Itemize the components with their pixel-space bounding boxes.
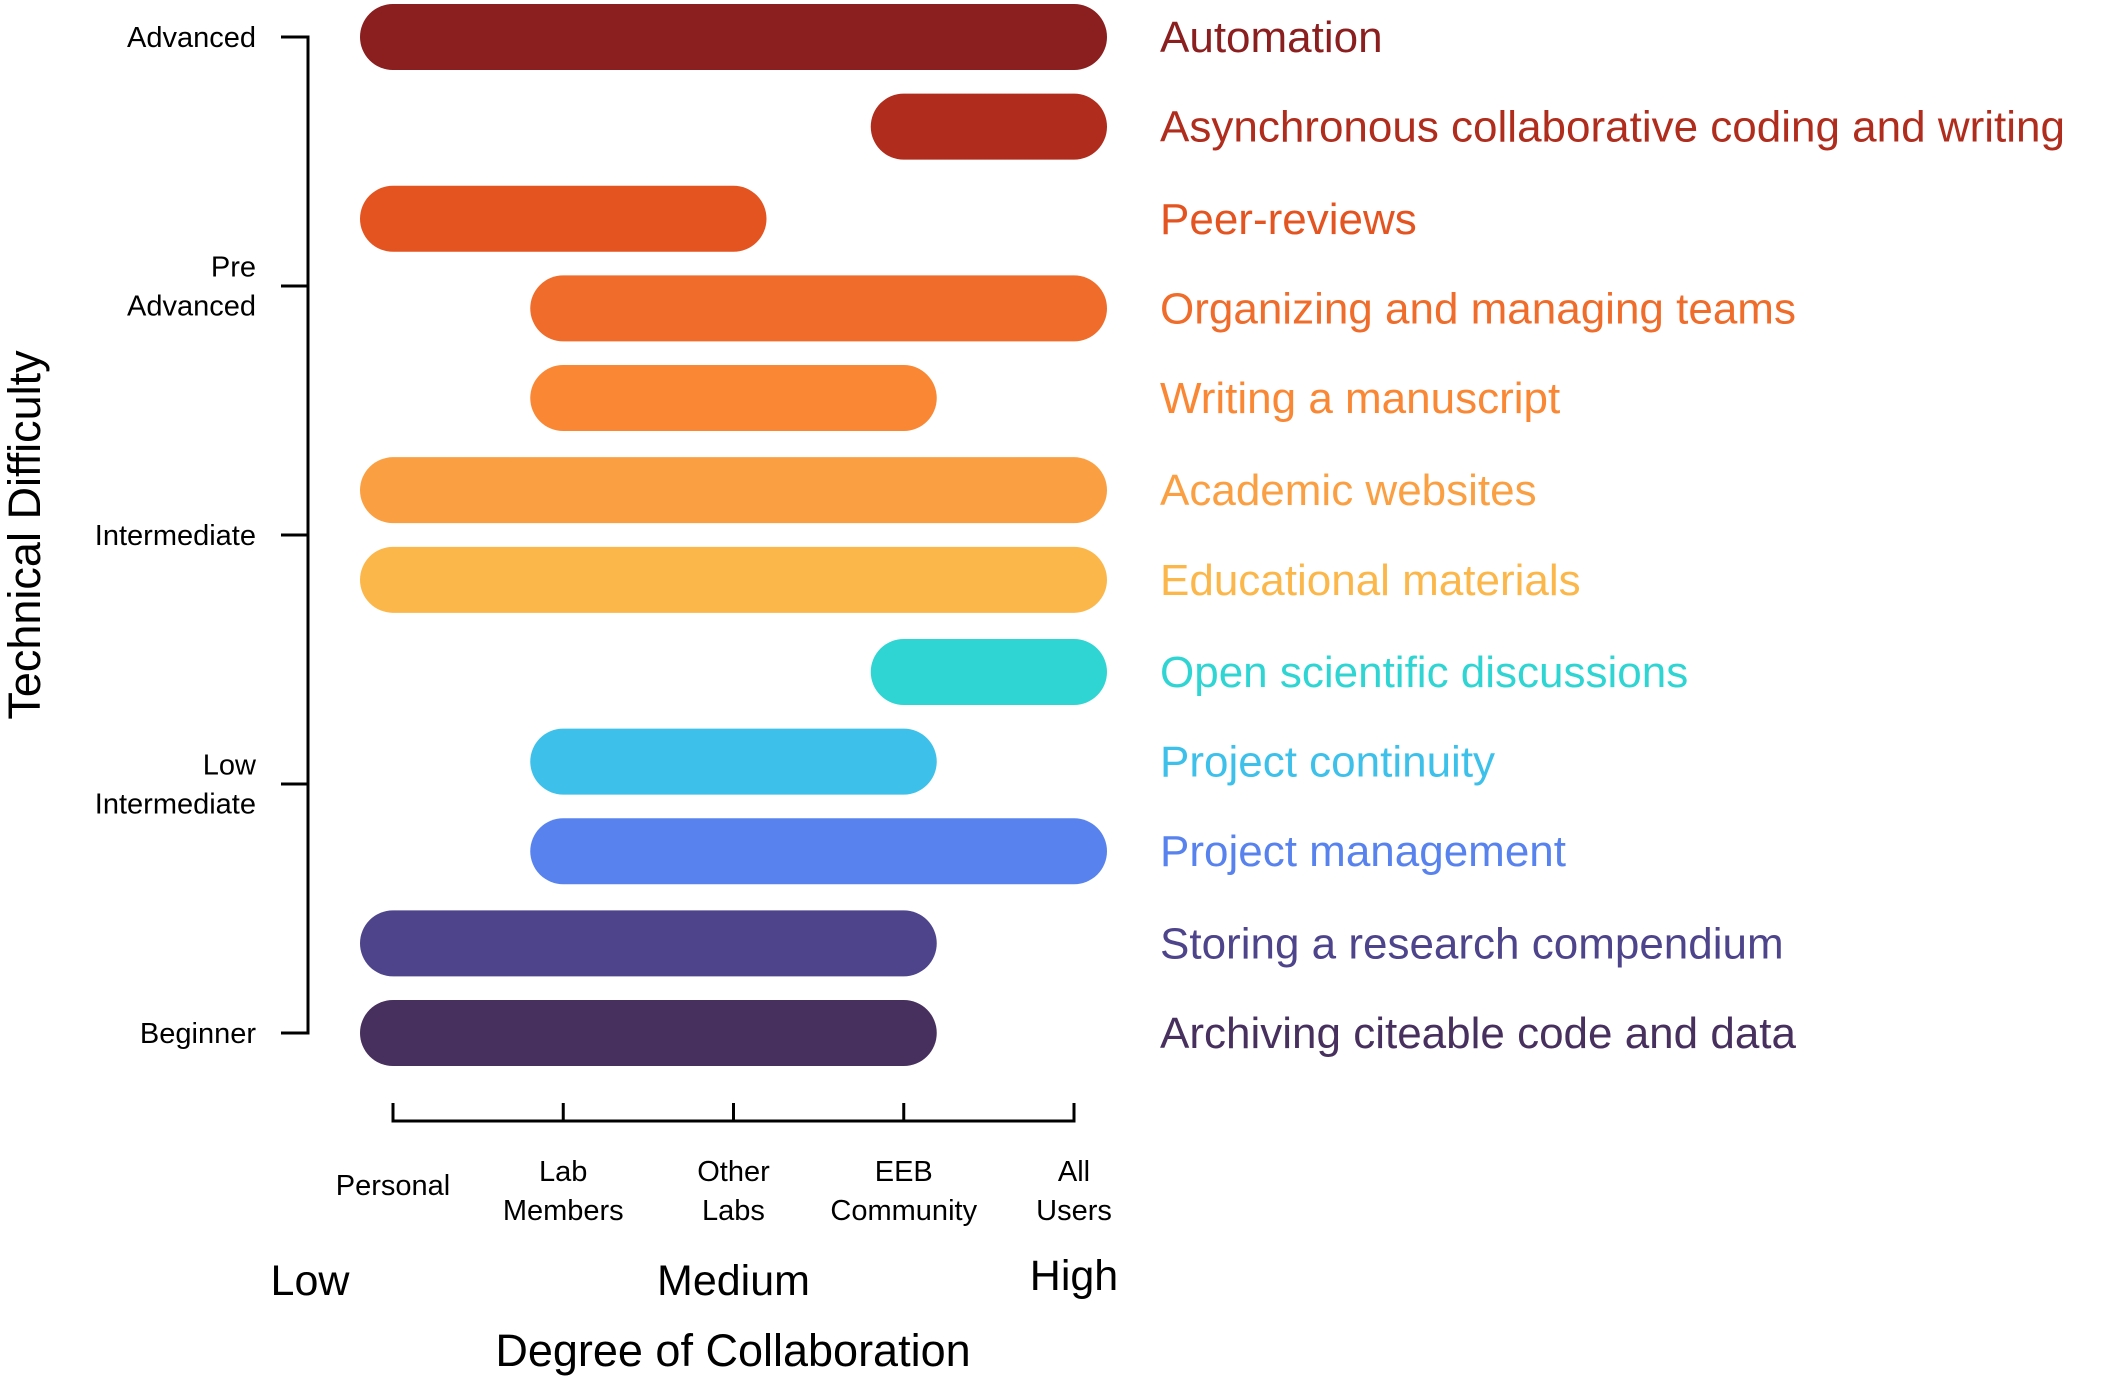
collaboration-difficulty-chart: Automation Asynchronous collaborative cod… [0, 4, 2065, 1376]
y-tick-label-pre-advanced: Advanced [127, 291, 256, 323]
bar-label-storing-a-research-compendium: Storing a research compendium [1160, 919, 1784, 968]
x-tick-label-all-users: All [1058, 1156, 1090, 1188]
bar-open-scientific-discussions [870, 638, 1107, 705]
y-tick-label-intermediate: Intermediate [95, 520, 256, 552]
x-tick-label-all-users: Users [1036, 1195, 1112, 1227]
bar-label-project-continuity: Project continuity [1160, 738, 1495, 787]
y-axis-title: Technical Difficulty [0, 350, 50, 720]
bar-writing-a-manuscript [530, 365, 937, 432]
y-axis: Advanced Pre Advanced Intermediate Low Interm… [95, 22, 310, 1050]
x-level-label-low: Low [271, 1257, 351, 1305]
x-tick-label-eeb-community: EEB [875, 1156, 933, 1188]
bar-label-academic-websites: Academic websites [1160, 466, 1537, 515]
bar-labels: Automation Asynchronous collaborative cod… [1160, 13, 2065, 1058]
bar-label-organizing-and-managing-teams: Organizing and managing teams [1160, 284, 1796, 333]
y-tick-label-low-intermediate: Intermediate [95, 789, 256, 821]
bar-project-continuity [530, 728, 937, 795]
bar-peer-reviews [360, 185, 767, 252]
x-axis: Personal Lab Members Other Labs EEB Community A… [271, 1103, 1118, 1305]
x-tick-label-eeb-community: Community [830, 1195, 977, 1227]
bar-label-educational-materials: Educational materials [1160, 556, 1581, 605]
bar-archiving-citeable-code-and-data [360, 1000, 937, 1066]
y-tick-label-beginner: Beginner [140, 1018, 256, 1050]
y-tick-label-low-intermediate: Low [203, 750, 257, 782]
x-tick-label-personal: Personal [336, 1170, 450, 1202]
x-tick-label-other-labs: Labs [702, 1195, 765, 1227]
bar-label-open-scientific-discussions: Open scientific discussions [1160, 648, 1688, 697]
x-tick-label-lab-members: Members [503, 1195, 624, 1227]
y-tick-label-pre-advanced: Pre [211, 252, 256, 284]
y-tick-label-advanced: Advanced [127, 22, 256, 54]
bar-label-project-management: Project management [1160, 827, 1566, 876]
bar-educational-materials [360, 546, 1107, 613]
bar-label-writing-a-manuscript: Writing a manuscript [1160, 374, 1560, 423]
bar-automation [360, 4, 1107, 70]
bars [360, 4, 1107, 1066]
x-tick-label-other-labs: Other [697, 1156, 770, 1188]
x-tick-label-lab-members: Lab [539, 1156, 587, 1188]
bar-asynchronous-collaborative-coding-and-writing [870, 93, 1107, 160]
x-level-label-medium: Medium [657, 1257, 810, 1305]
x-level-label-high: High [1030, 1252, 1118, 1300]
bar-academic-websites [360, 457, 1107, 524]
bar-label-automation: Automation [1160, 13, 1383, 62]
bar-label-archiving-citeable-code-and-data: Archiving citeable code and data [1160, 1009, 1797, 1058]
bar-label-asynchronous-collaborative-coding-and-writing: Asynchronous collaborative coding and wr… [1160, 103, 2065, 152]
bar-storing-a-research-compendium [360, 910, 937, 977]
x-axis-title: Degree of Collaboration [495, 1325, 970, 1376]
bar-project-management [530, 818, 1107, 885]
bar-label-peer-reviews: Peer-reviews [1160, 195, 1417, 244]
bar-organizing-and-managing-teams [530, 275, 1107, 342]
